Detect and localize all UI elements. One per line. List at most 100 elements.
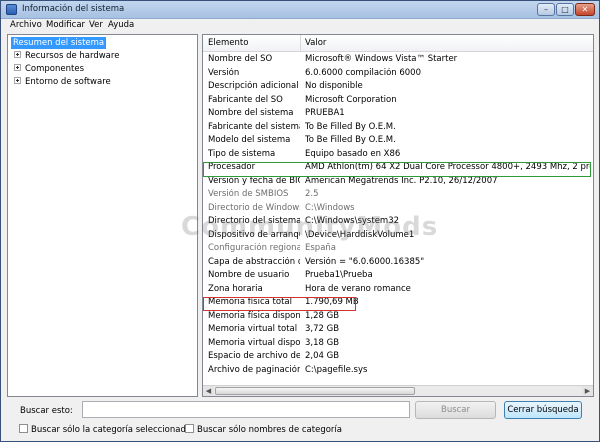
row-element: Nombre del SO (208, 54, 273, 64)
row-element: Nombre del sistema (208, 108, 294, 118)
row-value: 6.0.6000 compilación 6000 (305, 67, 421, 78)
tree-item-label: Componentes (25, 64, 85, 74)
table-row[interactable]: Memoria física disponi... 1,28 GB (203, 310, 593, 324)
scroll-right-icon[interactable]: ▶ (582, 386, 593, 396)
row-element: Modelo del sistema (208, 135, 291, 145)
row-element: Espacio de archivo de ... (208, 351, 300, 361)
tree-item-recursos-hardware[interactable]: Recursos de hardware (14, 50, 121, 62)
memory-highlight-box (203, 297, 356, 311)
table-row[interactable]: Nombre del SO Microsoft® Windows Vista™ S… (203, 53, 593, 67)
system-info-window: Información del sistema – □ ✕ Archivo Mo… (0, 0, 600, 442)
row-value: American Megatrends Inc. P2.10, 26/12/20… (305, 175, 498, 186)
scroll-left-icon[interactable]: ◀ (203, 386, 214, 396)
table-row[interactable]: Versión de SMBIOS 2.5 (203, 188, 593, 202)
tree-item-label: Entorno de software (25, 77, 111, 87)
column-header-element[interactable]: Elemento (208, 38, 248, 48)
row-value: Hora de verano romance (305, 283, 411, 294)
table-row[interactable]: Memoria virtual total 3,72 GB (203, 323, 593, 337)
row-value: No disponible (305, 81, 363, 91)
row-element: Fabricante del SO (208, 94, 283, 105)
checkbox-label: Buscar sólo la categoría seleccionada (31, 425, 192, 435)
table-row[interactable]: Descripción adicional ... No disponible (203, 80, 593, 94)
tree-item-componentes[interactable]: Componentes (14, 63, 86, 75)
maximize-button[interactable]: □ (556, 3, 574, 16)
table-row[interactable]: Archivo de paginación C:\pagefile.sys (203, 364, 593, 378)
row-element: Configuración regional (208, 243, 300, 253)
menu-archivo[interactable]: Archivo (10, 20, 42, 30)
row-element: Nombre de usuario (208, 270, 290, 280)
table-row[interactable]: Fabricante del SO Microsoft Corporation (203, 94, 593, 108)
row-element: Capa de abstracción d... (208, 256, 300, 267)
close-button[interactable]: ✕ (575, 3, 595, 16)
table-row[interactable]: Modelo del sistema To Be Filled By O.E.M. (203, 134, 593, 148)
row-element: Fabricante del sistema (208, 121, 300, 132)
row-value: 3,18 GB (305, 337, 340, 348)
table-row[interactable]: Espacio de archivo de ... 2,04 GB (203, 350, 593, 364)
search-button[interactable]: Buscar (415, 401, 496, 419)
row-element: Descripción adicional ... (208, 81, 300, 91)
checkbox-box[interactable] (185, 424, 194, 433)
search-label: Buscar esto: (20, 406, 73, 416)
processor-highlight-box (203, 162, 591, 177)
row-value: C:\pagefile.sys (305, 364, 368, 375)
search-panel: Buscar esto: Buscar Cerrar búsqueda Busc… (1, 399, 599, 441)
minimize-button[interactable]: – (537, 3, 555, 16)
row-value: Versión = "6.0.6000.16385" (305, 256, 425, 267)
tree-item-entorno-software[interactable]: Entorno de software (14, 76, 113, 88)
row-value: 3,72 GB (305, 324, 340, 334)
row-value: 2.5 (305, 189, 319, 199)
row-element: Memoria virtual dispo... (208, 337, 300, 348)
menu-ver[interactable]: Ver (89, 20, 103, 30)
horizontal-scrollbar[interactable]: ◀ ▶ (203, 385, 593, 396)
category-tree: Resumen del sistema Recursos de hardware… (7, 34, 198, 397)
table-row[interactable]: Configuración regional España (203, 242, 593, 256)
row-value: To Be Filled By O.E.M. (305, 135, 396, 145)
menu-ayuda[interactable]: Ayuda (108, 20, 134, 30)
expand-icon[interactable] (14, 51, 21, 58)
table-row[interactable]: Nombre de usuario Prueba1\Prueba (203, 269, 593, 283)
tree-item-label: Resumen del sistema (11, 37, 107, 49)
table-row[interactable]: Capa de abstracción d... Versión = "6.0.6… (203, 256, 593, 270)
table-row[interactable]: Fabricante del sistema To Be Filled By O.… (203, 121, 593, 135)
column-header-value[interactable]: Valor (305, 38, 326, 48)
watermark-logo: CommunityMods (181, 212, 439, 242)
tree-item-label: Recursos de hardware (25, 51, 120, 61)
row-element: Memoria física disponi... (208, 310, 300, 321)
checkbox-box[interactable] (19, 424, 28, 433)
checkbox-category-names[interactable]: Buscar sólo nombres de categoría (185, 424, 342, 436)
menu-bar: Archivo Modificar Ver Ayuda (1, 19, 599, 33)
table-row[interactable]: Zona horaria Hora de verano romance (203, 283, 593, 297)
expand-icon[interactable] (14, 64, 21, 71)
window-title: Información del sistema (22, 4, 125, 14)
minimize-icon: – (544, 5, 548, 14)
maximize-icon: □ (561, 5, 569, 14)
row-value: Microsoft® Windows Vista™ Starter (305, 54, 458, 64)
close-search-button[interactable]: Cerrar búsqueda (504, 401, 582, 419)
row-element: Versión de SMBIOS (208, 189, 289, 199)
row-element: Versión y fecha de BIOS (208, 175, 300, 186)
column-divider[interactable] (300, 35, 301, 52)
table-row[interactable]: Tipo de sistema Equipo basado en X86 (203, 148, 593, 162)
tree-item-resumen[interactable]: Resumen del sistema (11, 37, 107, 49)
row-element: Archivo de paginación (208, 364, 300, 375)
row-value: España (305, 243, 336, 253)
system-info-app-icon (6, 4, 17, 15)
scrollbar-thumb[interactable] (215, 387, 415, 395)
title-bar[interactable]: Información del sistema – □ ✕ (1, 1, 599, 19)
expand-icon[interactable] (14, 77, 21, 84)
checkbox-selected-category[interactable]: Buscar sólo la categoría seleccionada (19, 424, 191, 436)
row-element: Versión (208, 67, 240, 78)
row-element: Zona horaria (208, 283, 263, 294)
close-icon: ✕ (581, 5, 589, 14)
row-value: PRUEBA1 (305, 108, 345, 118)
table-row[interactable]: Versión 6.0.6000 compilación 6000 (203, 67, 593, 81)
table-row[interactable]: Nombre del sistema PRUEBA1 (203, 107, 593, 121)
row-value: Equipo basado en X86 (305, 148, 401, 159)
row-value: 1,28 GB (305, 310, 340, 321)
row-value: Microsoft Corporation (305, 94, 397, 105)
row-value: To Be Filled By O.E.M. (305, 121, 396, 132)
table-row[interactable]: Memoria virtual dispo... 3,18 GB (203, 337, 593, 351)
row-value: 2,04 GB (305, 351, 340, 361)
menu-modificar[interactable]: Modificar (46, 20, 85, 30)
search-input[interactable] (82, 401, 410, 418)
